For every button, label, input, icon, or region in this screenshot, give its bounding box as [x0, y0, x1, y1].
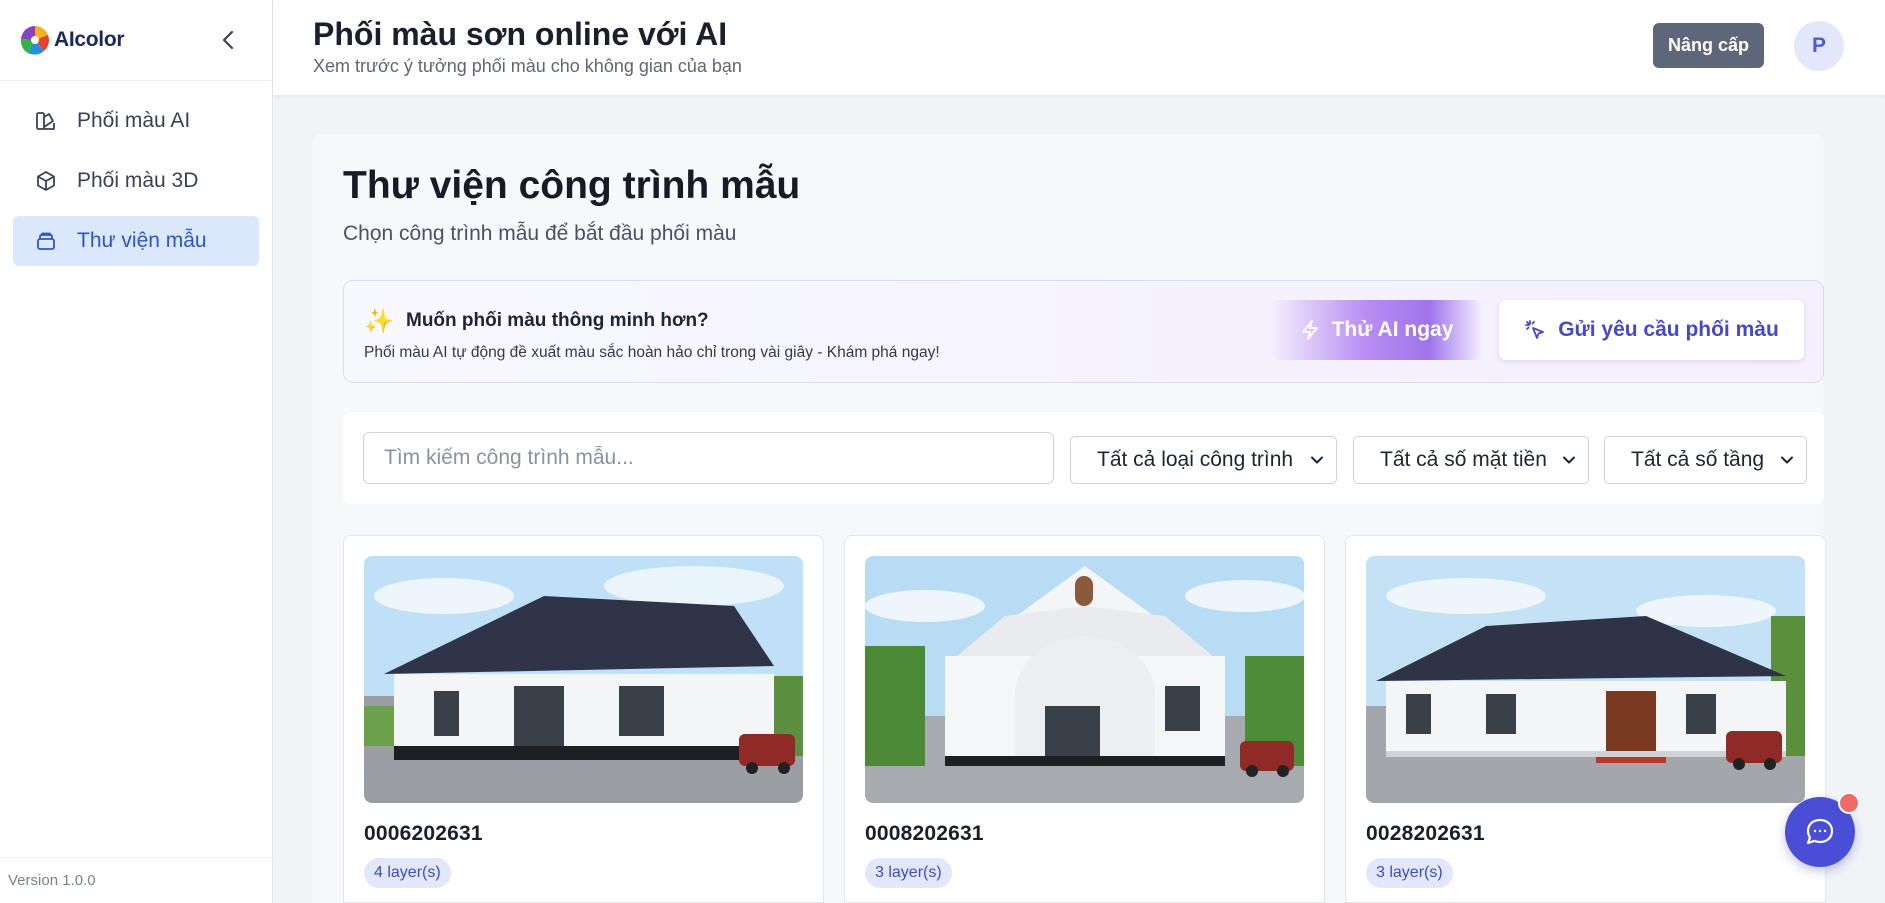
request-color-button[interactable]: Gửi yêu cầu phối màu [1499, 300, 1804, 360]
collapse-sidebar-button[interactable] [214, 26, 242, 54]
app-logo[interactable]: AIcolor [18, 23, 125, 57]
request-label: Gửi yêu cầu phối màu [1558, 318, 1779, 341]
building-type-select[interactable]: Tất cả loại công trình [1070, 436, 1337, 484]
try-ai-button[interactable]: Thử AI ngay [1271, 300, 1482, 360]
palette-icon [33, 108, 59, 134]
template-code: 0008202631 [865, 822, 984, 845]
chevron-down-icon [1311, 456, 1323, 464]
page-title: Phối màu sơn online với AI [313, 16, 728, 52]
search-input[interactable] [363, 432, 1054, 484]
sidebar-item-label: Thư viện mẫu [77, 229, 207, 252]
library-title: Thư viện công trình mẫu [343, 164, 801, 207]
frontage-select[interactable]: Tất cả số mặt tiền [1353, 436, 1589, 484]
layer-count-badge: 4 layer(s) [364, 858, 451, 888]
filter-bar: Tất cả loại công trình Tất cả số mặt tiề… [343, 412, 1824, 504]
promo-description: Phối màu AI tự động đề xuất màu sắc hoàn… [364, 344, 940, 361]
sparkles-icon: ✨ [364, 308, 394, 335]
upgrade-button[interactable]: Nâng cấp [1653, 23, 1764, 68]
template-image[interactable] [364, 556, 803, 803]
floors-value: Tất cả số tầng [1631, 448, 1765, 471]
template-code: 0006202631 [364, 822, 483, 845]
chat-bubble-icon [1806, 818, 1834, 845]
notification-dot [1838, 792, 1860, 814]
avatar[interactable]: P [1794, 21, 1844, 71]
floors-select[interactable]: Tất cả số tầng [1604, 436, 1807, 484]
sidebar-nav: Phối màu AI Phối màu 3D Thư viện mẫu [0, 81, 272, 291]
template-card[interactable]: 0006202631 4 layer(s) [343, 535, 824, 903]
sidebar-item-library[interactable]: Thư viện mẫu [13, 216, 259, 266]
sidebar-item-label: Phối màu AI [77, 109, 191, 132]
sidebar: AIcolor Phối màu AI Phối màu 3D Thư viện… [0, 0, 273, 903]
chevron-left-icon [222, 30, 234, 50]
sidebar-item-ai-color[interactable]: Phối màu AI [13, 96, 259, 146]
promo-title: Muốn phối màu thông minh hơn? [406, 310, 709, 331]
ai-promo-banner: ✨ Muốn phối màu thông minh hơn? Phối màu… [343, 280, 1824, 383]
top-bar: Phối màu sơn online với AI Xem trước ý t… [273, 0, 1885, 95]
library-panel: Thư viện công trình mẫu Chọn công trình … [313, 134, 1826, 903]
sidebar-header: AIcolor [0, 0, 272, 81]
logo-text: AIcolor [54, 28, 125, 51]
page-subtitle: Xem trước ý tưởng phối màu cho không gia… [313, 56, 742, 76]
cube-icon [33, 168, 59, 194]
template-card[interactable]: 0008202631 3 layer(s) [844, 535, 1325, 903]
template-card[interactable]: 0028202631 3 layer(s) [1345, 535, 1826, 903]
template-code: 0028202631 [1366, 822, 1485, 845]
sidebar-item-3d-color[interactable]: Phối màu 3D [13, 156, 259, 206]
lightning-icon [1301, 320, 1318, 340]
cursor-click-icon [1525, 320, 1545, 339]
chevron-down-icon [1781, 456, 1793, 464]
logo-icon [20, 25, 50, 55]
app-version: Version 1.0.0 [0, 857, 273, 903]
layer-count-badge: 3 layer(s) [1366, 858, 1453, 888]
chevron-down-icon [1563, 456, 1575, 464]
template-image[interactable] [1366, 556, 1805, 803]
template-image[interactable] [865, 556, 1304, 803]
library-icon [33, 228, 59, 254]
frontage-value: Tất cả số mặt tiền [1380, 448, 1547, 471]
building-type-value: Tất cả loại công trình [1097, 448, 1294, 471]
library-subtitle: Chọn công trình mẫu để bắt đầu phối màu [343, 222, 737, 245]
sidebar-item-label: Phối màu 3D [77, 169, 199, 192]
try-ai-label: Thử AI ngay [1331, 318, 1454, 341]
layer-count-badge: 3 layer(s) [865, 858, 952, 888]
